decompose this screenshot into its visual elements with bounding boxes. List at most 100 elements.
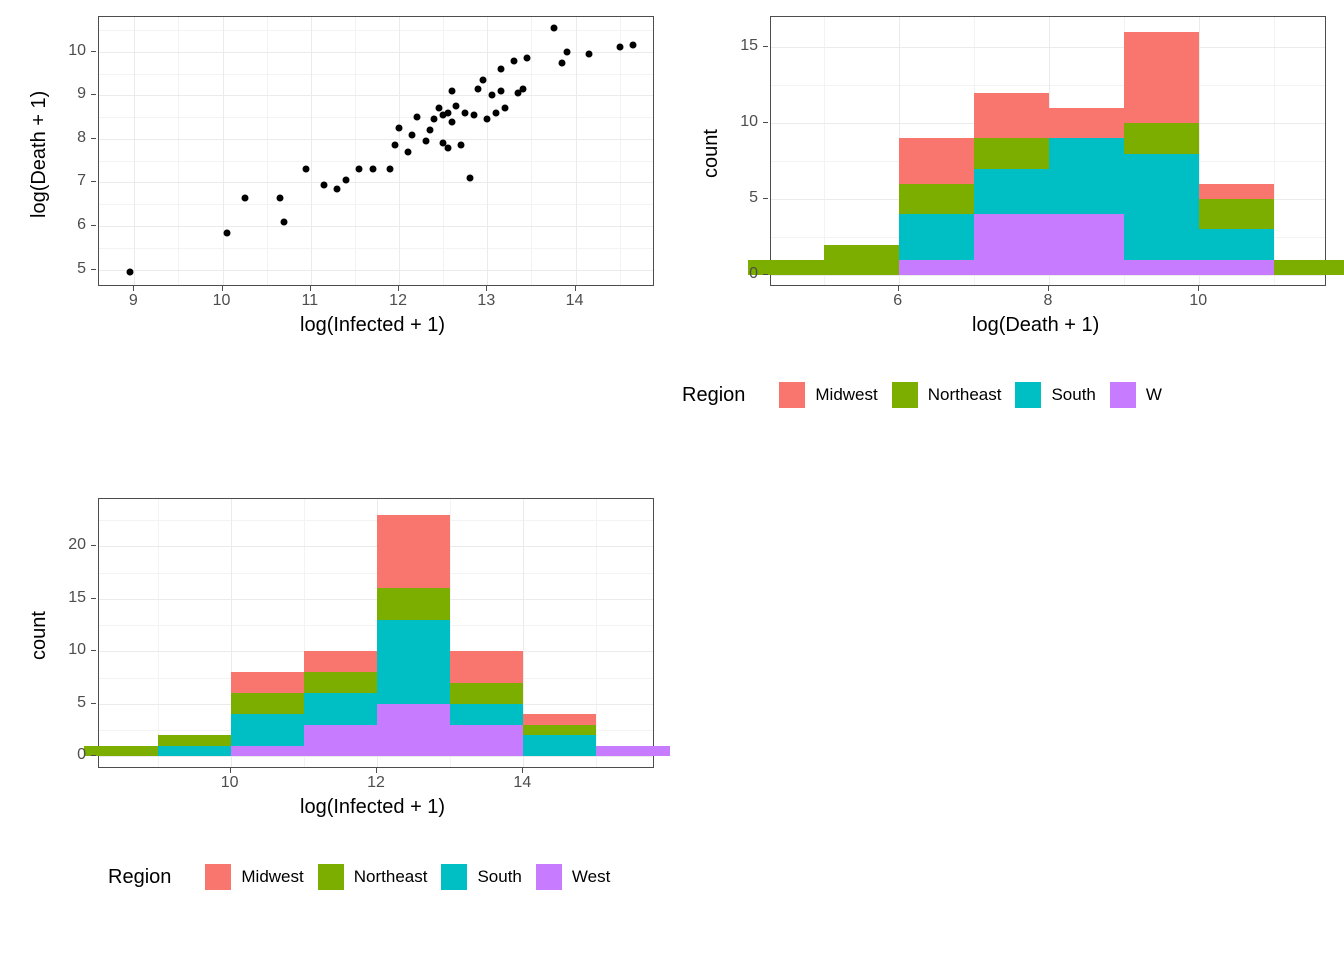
bar-segment bbox=[899, 260, 974, 275]
data-point bbox=[457, 142, 464, 149]
data-point bbox=[466, 175, 473, 182]
data-point bbox=[488, 92, 495, 99]
bar-segment bbox=[304, 693, 377, 725]
data-point bbox=[303, 166, 310, 173]
data-point bbox=[431, 116, 438, 123]
data-point bbox=[563, 48, 570, 55]
data-point bbox=[484, 116, 491, 123]
bar-segment bbox=[1124, 260, 1199, 275]
swatch-midwest bbox=[205, 864, 231, 890]
data-point bbox=[453, 103, 460, 110]
data-point bbox=[404, 149, 411, 156]
page-root: 91011121314 5678910 log(Infected + 1) lo… bbox=[0, 0, 1344, 960]
legend-label-west: West bbox=[572, 867, 610, 887]
bar-segment bbox=[974, 93, 1049, 139]
legend-title: Region bbox=[682, 384, 745, 407]
data-point bbox=[241, 194, 248, 201]
hist-death-ylabel: count bbox=[700, 129, 723, 178]
bar-segment bbox=[377, 704, 450, 757]
bar-segment bbox=[596, 746, 669, 757]
bar-segment bbox=[1274, 260, 1344, 275]
data-point bbox=[501, 105, 508, 112]
swatch-south bbox=[1015, 382, 1041, 408]
bar-segment bbox=[1124, 123, 1199, 153]
legend-item-midwest: Midwest bbox=[779, 382, 877, 408]
tick-label: 10 bbox=[213, 292, 231, 310]
swatch-west bbox=[1110, 382, 1136, 408]
data-point bbox=[444, 144, 451, 151]
bar-segment bbox=[377, 588, 450, 620]
bar-segment bbox=[899, 214, 974, 260]
legend-item-south: South bbox=[1015, 382, 1095, 408]
bar-segment bbox=[824, 245, 899, 275]
hist-infected-xlabel: log(Infected + 1) bbox=[300, 796, 445, 819]
bar-segment bbox=[450, 704, 523, 725]
data-point bbox=[223, 229, 230, 236]
tick-label: 5 bbox=[16, 694, 86, 712]
data-point bbox=[493, 109, 500, 116]
bar-segment bbox=[1199, 199, 1274, 229]
data-point bbox=[479, 77, 486, 84]
bar-segment bbox=[1049, 138, 1124, 214]
tick-label: 10 bbox=[1189, 292, 1207, 310]
tick-label: 8 bbox=[16, 129, 86, 147]
data-point bbox=[396, 125, 403, 132]
data-point bbox=[334, 186, 341, 193]
data-point bbox=[497, 88, 504, 95]
bar-segment bbox=[1199, 260, 1274, 275]
tick-label: 0 bbox=[16, 746, 86, 764]
bar-segment bbox=[450, 725, 523, 757]
bar-segment bbox=[1124, 154, 1199, 260]
tick-label: 6 bbox=[893, 292, 902, 310]
bar-segment bbox=[450, 683, 523, 704]
data-point bbox=[449, 88, 456, 95]
scatter-panel: 91011121314 5678910 log(Infected + 1) lo… bbox=[10, 8, 664, 348]
bar-segment bbox=[1049, 214, 1124, 275]
data-point bbox=[356, 166, 363, 173]
bar-segment bbox=[158, 735, 231, 746]
swatch-west bbox=[536, 864, 562, 890]
tick-label: 0 bbox=[688, 265, 758, 283]
tick-label: 9 bbox=[129, 292, 138, 310]
data-point bbox=[462, 109, 469, 116]
bar-segment bbox=[231, 693, 304, 714]
bar-segment bbox=[899, 184, 974, 214]
data-point bbox=[343, 177, 350, 184]
tick-label: 9 bbox=[16, 85, 86, 103]
hist-infected-panel: 101214 05101520 log(Infected + 1) count bbox=[10, 490, 664, 830]
hist-infected-ylabel: count bbox=[28, 611, 51, 660]
bar-segment bbox=[523, 714, 596, 725]
tick-label: 15 bbox=[688, 37, 758, 55]
hist-death-panel: 6810 051015 log(Death + 1) count bbox=[682, 8, 1336, 348]
hist-death-plot-area bbox=[770, 16, 1326, 286]
data-point bbox=[475, 85, 482, 92]
data-point bbox=[426, 127, 433, 134]
bar-segment bbox=[1124, 32, 1199, 123]
bar-segment bbox=[1199, 229, 1274, 259]
hist-death-legend: Region Midwest Northeast South W bbox=[682, 382, 1342, 408]
tick-label: 20 bbox=[16, 536, 86, 554]
data-point bbox=[391, 142, 398, 149]
hist-death-xlabel: log(Death + 1) bbox=[972, 314, 1099, 337]
swatch-south bbox=[441, 864, 467, 890]
data-point bbox=[422, 138, 429, 145]
bar-segment bbox=[974, 138, 1049, 168]
legend-title: Region bbox=[108, 866, 171, 889]
bar-segment bbox=[304, 651, 377, 672]
scatter-xlabel: log(Infected + 1) bbox=[300, 314, 445, 337]
bar-segment bbox=[450, 651, 523, 683]
scatter-y-ticks: 5678910 bbox=[10, 16, 96, 286]
data-point bbox=[559, 59, 566, 66]
bar-segment bbox=[231, 714, 304, 746]
bar-segment bbox=[377, 515, 450, 589]
hist-death-x-ticks: 6810 bbox=[770, 286, 1326, 316]
data-point bbox=[409, 131, 416, 138]
tick-label: 10 bbox=[688, 113, 758, 131]
data-point bbox=[616, 44, 623, 51]
legend-label-west-clipped: W bbox=[1146, 385, 1162, 405]
tick-label: 14 bbox=[513, 774, 531, 792]
tick-label: 11 bbox=[301, 292, 318, 310]
bar-segment bbox=[974, 169, 1049, 215]
scatter-ylabel: log(Death + 1) bbox=[28, 91, 51, 218]
legend-item-northeast: Northeast bbox=[892, 382, 1002, 408]
